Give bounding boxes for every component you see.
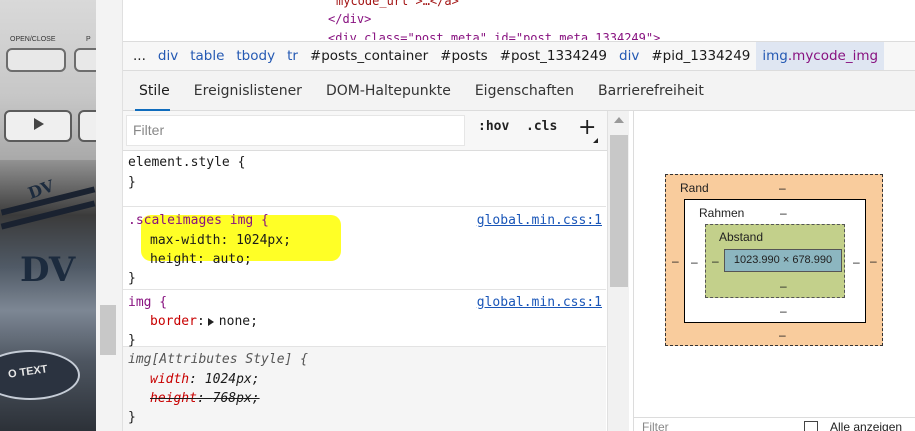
breadcrumb-item[interactable]: #post_1334249 <box>494 42 613 70</box>
play-icon <box>34 118 44 130</box>
padding-bottom-value[interactable]: – <box>780 279 787 293</box>
rule-close-brace: } <box>128 333 136 348</box>
dv-logo-text: DV <box>20 250 76 290</box>
prop-name: max-width <box>150 233 221 248</box>
scroll-up-icon[interactable] <box>614 117 624 123</box>
left-scroll-gutter <box>96 0 123 431</box>
border-right-value[interactable]: – <box>853 255 860 269</box>
rule-selector[interactable]: .scaleimages img { <box>128 213 269 228</box>
styles-pane: Filter :hov .cls + element.style { } .sc… <box>123 111 610 431</box>
breadcrumb: ... div table tbody tr #posts_container … <box>123 41 915 71</box>
background-photo: OPEN/CLOSE P DV DV O TEXT <box>0 0 96 431</box>
rule-source-link[interactable]: global.min.css:1 <box>477 213 602 228</box>
rule-scaleimages: .scaleimages img { global.min.css:1 max-… <box>123 207 606 290</box>
computed-filter-bar: Filter Alle anzeigen <box>634 417 915 431</box>
padding-box[interactable]: Abstand – – – 1023.990 × 678.990 <box>705 224 845 298</box>
margin-top-value[interactable]: – <box>779 181 786 195</box>
prop-name: border <box>150 314 197 329</box>
tab-eigenschaften[interactable]: Eigenschaften <box>463 71 586 111</box>
breadcrumb-item[interactable]: div <box>613 42 645 70</box>
photo-button-2 <box>74 48 96 72</box>
prop-value: 768px; <box>212 391 260 406</box>
computed-filter-input[interactable]: Filter <box>642 420 669 431</box>
pause-photo-button <box>78 110 96 142</box>
css-property[interactable]: max-width: 1024px; <box>150 233 291 248</box>
styles-scrollbar[interactable] <box>607 111 629 431</box>
rule-element-style: element.style { } <box>123 151 606 207</box>
styles-filter-input[interactable]: Filter <box>126 115 465 146</box>
selector-tag: img { <box>221 213 269 228</box>
prop-name: width <box>150 372 190 387</box>
rule-source-link[interactable]: global.min.css:1 <box>477 295 602 310</box>
hov-button[interactable]: :hov <box>478 119 509 134</box>
rule-selector[interactable]: element.style { <box>128 155 245 170</box>
tab-dom-haltepunkte[interactable]: DOM-Haltepunkte <box>314 71 463 111</box>
rule-img-attributes: img[Attributes Style] { width: 1024px; h… <box>123 347 606 431</box>
padding-left-value[interactable]: – <box>712 254 719 268</box>
new-rule-button[interactable]: + <box>578 115 596 140</box>
margin-right-value[interactable]: – <box>870 254 877 268</box>
source-line[interactable]: <div class="post_meta" id="post_meta_133… <box>328 31 660 40</box>
margin-left-value[interactable]: – <box>672 254 679 268</box>
rule-img: img { global.min.css:1 border: none; } <box>123 290 606 348</box>
tab-ereignislistener[interactable]: Ereignislistener <box>182 71 314 111</box>
breadcrumb-selected-class: .mycode_img <box>787 48 879 64</box>
breadcrumb-item[interactable]: #pid_1334249 <box>645 42 756 70</box>
content-box[interactable]: 1023.990 × 678.990 <box>724 249 842 272</box>
box-model-pane: Rand – – – – Rahmen – – – – Abstand – – … <box>633 111 915 431</box>
breadcrumb-selected-tag: img <box>762 48 788 64</box>
css-property[interactable]: height: auto; <box>150 252 252 267</box>
elements-source: mycode_url">…</a> </div> <div class="pos… <box>123 0 915 40</box>
rule-close-brace: } <box>128 271 136 286</box>
sidebar-tabs: Stile Ereignislistener DOM-Haltepunkte E… <box>123 71 915 111</box>
prop-value: none; <box>218 314 258 329</box>
css-property-overridden[interactable]: height: 768px; <box>150 391 260 406</box>
margin-label: Rand <box>680 181 709 195</box>
prop-value: auto; <box>212 252 252 267</box>
border-bottom-value[interactable]: – <box>780 304 787 318</box>
tab-barrierefreiheit[interactable]: Barrierefreiheit <box>586 71 716 111</box>
rule-selector[interactable]: img { <box>128 295 167 310</box>
new-rule-menu-icon[interactable] <box>593 138 598 143</box>
open-close-label: OPEN/CLOSE <box>10 36 56 43</box>
breadcrumb-item[interactable]: #posts <box>434 42 494 70</box>
photo-stripe <box>0 200 96 230</box>
tab-stile[interactable]: Stile <box>123 71 182 111</box>
selector-class: .scaleimages <box>128 213 222 228</box>
breadcrumb-item[interactable]: table <box>184 42 230 70</box>
prop-name: height <box>150 252 197 267</box>
border-left-value[interactable]: – <box>691 255 698 269</box>
css-property[interactable]: border: none; <box>150 314 258 329</box>
prop-value: 1024px; <box>204 372 260 387</box>
rule-selector: img[Attributes Style] { <box>128 352 309 367</box>
border-top-value[interactable]: – <box>780 206 787 220</box>
left-scroll-thumb[interactable] <box>100 305 116 355</box>
breadcrumb-ellipsis[interactable]: ... <box>123 42 152 70</box>
border-box[interactable]: Rahmen – – – – Abstand – – – 1023.990 × … <box>684 199 866 323</box>
source-line[interactable]: </div> <box>328 12 371 26</box>
css-property[interactable]: width: 1024px; <box>150 372 260 387</box>
expand-triangle-icon[interactable] <box>207 317 214 326</box>
prop-value: 1024px; <box>236 233 291 248</box>
breadcrumb-item[interactable]: #posts_container <box>304 42 434 70</box>
breadcrumb-item[interactable]: tbody <box>230 42 281 70</box>
source-line[interactable]: mycode_url">…</a> <box>336 0 459 8</box>
styles-toolbar: Filter :hov .cls + <box>123 111 610 151</box>
rule-close-brace: } <box>128 410 136 425</box>
breadcrumb-item[interactable]: div <box>152 42 184 70</box>
p-label: P <box>86 36 91 43</box>
breadcrumb-item-selected[interactable]: img.mycode_img <box>756 42 885 70</box>
rule-close-brace: } <box>128 175 136 190</box>
styles-scroll-thumb[interactable] <box>610 135 628 287</box>
prop-name: height <box>150 391 197 406</box>
show-all-checkbox[interactable] <box>804 421 818 431</box>
margin-box[interactable]: Rand – – – – Rahmen – – – – Abstand – – … <box>665 174 883 346</box>
show-all-label[interactable]: Alle anzeigen <box>830 420 902 431</box>
breadcrumb-item[interactable]: tr <box>281 42 304 70</box>
cls-button[interactable]: .cls <box>526 119 557 134</box>
open-close-photo-button <box>6 48 66 72</box>
padding-label: Abstand <box>719 230 764 244</box>
margin-bottom-value[interactable]: – <box>779 328 786 342</box>
border-label: Rahmen <box>699 206 745 220</box>
